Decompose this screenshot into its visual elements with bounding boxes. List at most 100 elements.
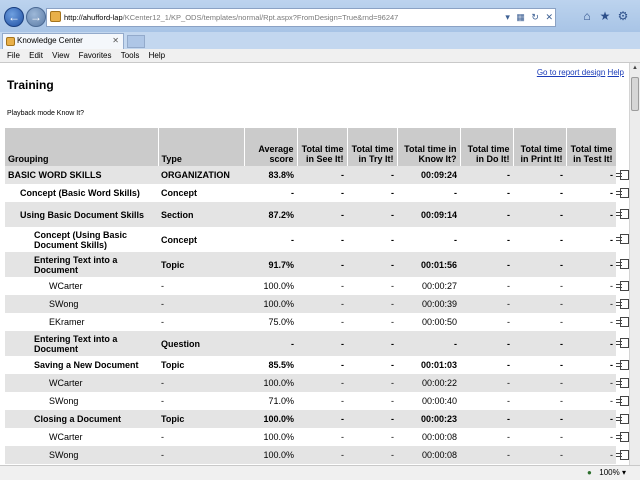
zoom-dropdown-icon[interactable]: ▾	[622, 468, 626, 477]
cell-score: 91.7%	[244, 252, 297, 277]
cell-see: -	[341, 396, 344, 406]
menu-edit[interactable]: Edit	[29, 51, 43, 60]
cell-type: Concept	[161, 234, 197, 245]
stop-icon[interactable]: ✕	[545, 12, 553, 22]
drilldown-report-icon[interactable]	[616, 359, 629, 371]
cell-type: Topic	[158, 252, 244, 277]
report-design-link[interactable]: Go to report design	[537, 68, 605, 77]
search-dropdown-icon[interactable]: ▾	[505, 12, 510, 22]
table-row: BASIC WORD SKILLS ORGANIZATION 83.8% - -00:0…	[5, 166, 629, 184]
cell-do: -	[460, 374, 513, 392]
tab-bar: Knowledge Center ✕	[0, 32, 640, 49]
drilldown-report-icon[interactable]	[616, 169, 629, 181]
menu-view[interactable]: View	[52, 51, 69, 60]
cell-know: -	[454, 234, 457, 245]
cell-score: 100.0%	[244, 295, 297, 313]
cell-test: -	[566, 374, 616, 392]
cell-see: -	[341, 188, 344, 198]
cell-see: -	[297, 295, 347, 313]
column-header[interactable]: Total time in Do It!	[460, 128, 514, 166]
icon-column-header	[616, 128, 629, 166]
cell-know: -	[397, 331, 460, 356]
table-row: Entering Text into a Document Topic 91.7% -…	[5, 252, 629, 277]
drilldown-report-icon[interactable]	[616, 338, 629, 349]
compatibility-icon[interactable]: ▦	[516, 12, 525, 22]
cell-type: -	[161, 432, 164, 442]
home-icon[interactable]: ⌂	[578, 9, 596, 23]
column-header[interactable]: Average score	[244, 128, 298, 166]
menu-help[interactable]: Help	[149, 51, 165, 60]
cell-know: 00:00:39	[397, 295, 460, 313]
drilldown-report-icon[interactable]	[616, 449, 629, 461]
scroll-up-arrow-icon[interactable]: ▲	[630, 63, 640, 74]
cell-type: ORGANIZATION	[158, 166, 244, 184]
drilldown-report-icon[interactable]	[616, 395, 629, 407]
drilldown-report-icon[interactable]	[616, 187, 629, 199]
help-link[interactable]: Help	[608, 68, 624, 77]
menu-file[interactable]: File	[7, 51, 20, 60]
table-row: Using Basic Document Skills Section 87.2% -…	[5, 202, 629, 227]
cell-test: -	[566, 446, 616, 464]
cell-test: -	[566, 331, 616, 356]
vertical-scrollbar[interactable]: ▲	[629, 63, 640, 465]
cell-test: -	[566, 166, 616, 184]
cell-do: -	[460, 295, 513, 313]
tools-gear-icon[interactable]: ⚙	[614, 9, 632, 23]
cell-do: -	[460, 446, 513, 464]
cell-try: -	[347, 374, 397, 392]
cell-grouping: SWong	[49, 396, 79, 406]
menu-favorites[interactable]: Favorites	[79, 51, 112, 60]
cell-see: -	[297, 331, 347, 356]
cell-do: -	[507, 360, 510, 370]
scrollbar-thumb[interactable]	[631, 77, 639, 111]
cell-grouping: Closing a Document	[5, 410, 158, 428]
table-row: SWong -100.0% - -00:00:08- - -	[5, 446, 629, 464]
cell-grouping: WCarter	[49, 281, 83, 291]
cell-try: -	[391, 317, 394, 327]
drilldown-report-icon[interactable]	[616, 413, 629, 425]
row-action-cell	[616, 252, 629, 277]
refresh-icon[interactable]: ↻	[531, 12, 539, 22]
column-header[interactable]: Grouping	[5, 128, 159, 166]
drilldown-report-icon[interactable]	[616, 280, 629, 292]
drilldown-report-icon[interactable]	[616, 209, 629, 220]
cell-grouping: Using Basic Document Skills	[5, 202, 158, 227]
column-header[interactable]: Total time in Try It!	[347, 128, 398, 166]
forward-button[interactable]: →	[26, 7, 46, 27]
drilldown-report-icon[interactable]	[616, 431, 629, 443]
drilldown-report-icon[interactable]	[616, 234, 629, 245]
column-header[interactable]: Total time in Know It?	[397, 128, 461, 166]
drilldown-report-icon[interactable]	[616, 316, 629, 328]
cell-see: -	[297, 166, 347, 184]
column-header[interactable]: Total time in Test It!	[566, 128, 617, 166]
drilldown-report-icon[interactable]	[616, 259, 629, 270]
column-header[interactable]: Type	[158, 128, 245, 166]
zoom-control[interactable]: ● 100% ▾	[587, 466, 626, 480]
cell-do: -	[460, 202, 513, 227]
menu-tools[interactable]: Tools	[121, 51, 140, 60]
top-links: Go to report design Help	[537, 68, 624, 77]
favorites-star-icon[interactable]: ★	[596, 9, 614, 23]
tab-close-icon[interactable]: ✕	[112, 34, 119, 48]
drilldown-report-icon[interactable]	[616, 377, 629, 389]
tab-knowledge-center[interactable]: Knowledge Center ✕	[2, 33, 124, 49]
cell-know: 00:00:50	[421, 317, 457, 327]
cell-test: -	[566, 202, 616, 227]
cell-grouping: SWong	[5, 446, 158, 464]
cell-try: -	[391, 396, 394, 406]
column-header[interactable]: Total time in See It!	[297, 128, 348, 166]
row-action-cell	[616, 313, 629, 331]
new-tab-button[interactable]	[127, 35, 145, 48]
cell-test: -	[566, 295, 616, 313]
cell-score: 100.0%	[244, 410, 297, 428]
cell-do: -	[507, 396, 510, 406]
column-header[interactable]: Total time in Print It!	[513, 128, 567, 166]
table-row: Entering Text into a Document Question - - -…	[5, 331, 629, 356]
cell-try: -	[347, 166, 397, 184]
cell-type: -	[158, 295, 244, 313]
page-favicon-icon	[50, 11, 61, 22]
drilldown-report-icon[interactable]	[616, 298, 629, 310]
address-bar[interactable]: http://ahufford-lap/KCenter12_1/KP_ODS/t…	[46, 8, 556, 27]
zoom-level: 100%	[599, 468, 620, 477]
back-button[interactable]: ←	[4, 7, 24, 27]
